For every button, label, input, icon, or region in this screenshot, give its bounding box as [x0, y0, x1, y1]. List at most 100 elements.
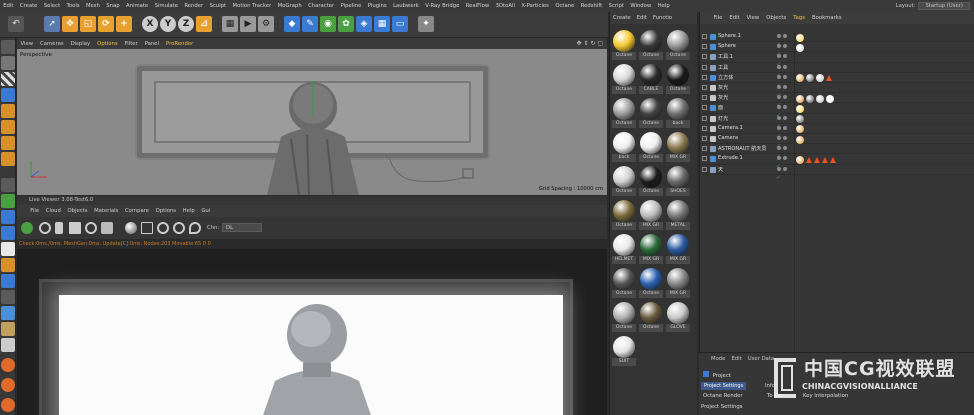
menu-item-8[interactable]: Render [181, 3, 206, 9]
material-tag-icon[interactable] [826, 94, 834, 103]
lv-menu-help[interactable]: Help [179, 208, 198, 214]
make-editable-icon[interactable] [1, 40, 15, 54]
object-row[interactable]: 灯光 ✓ [700, 114, 974, 130]
material-swatch[interactable]: MIX GR [666, 234, 690, 264]
material-swatch[interactable]: Octane [666, 64, 690, 94]
material-tag-icon[interactable] [796, 125, 804, 134]
material-swatch[interactable]: CABLE [639, 64, 663, 94]
live-render-view[interactable] [17, 249, 607, 415]
object-row[interactable]: Camera.1 ✓ [700, 124, 974, 140]
points-mode-icon[interactable] [1, 104, 15, 118]
menu-item-18[interactable]: 3DtoAll [492, 3, 518, 9]
menu-item-14[interactable]: Plugins [365, 3, 390, 9]
material-swatch[interactable]: Octane [612, 98, 636, 128]
viewport-menu-prorender[interactable]: ProRender [163, 41, 197, 47]
edges-mode-icon[interactable] [1, 120, 15, 134]
viewport-menu-filter[interactable]: Filter [121, 41, 141, 47]
material-tag-icon[interactable] [796, 155, 804, 164]
floor-icon[interactable]: ▭ [392, 16, 408, 32]
material-tag-icon[interactable] [796, 74, 804, 83]
render-settings-icon[interactable]: ⚙ [258, 16, 274, 32]
menu-item-2[interactable]: Select [41, 3, 64, 9]
refresh-icon[interactable] [85, 222, 97, 234]
add-icon[interactable]: + [116, 16, 132, 32]
material-tag-icon[interactable] [816, 74, 824, 83]
scale-icon[interactable]: ◱ [80, 16, 96, 32]
layer-icon[interactable] [1, 322, 15, 336]
viewport-menu-options[interactable]: Options [94, 41, 121, 47]
paint-icon[interactable] [1, 258, 15, 272]
grid-icon[interactable] [1, 290, 15, 304]
dot-tool-icon[interactable] [1, 358, 15, 372]
object-row[interactable]: ASTRONAUT 航天员 ✓ [700, 144, 974, 160]
menu-item-5[interactable]: Snap [103, 3, 123, 9]
sphere-preview-icon[interactable] [125, 222, 137, 234]
object-row[interactable]: Camera ✓ [700, 134, 974, 150]
material-swatch[interactable]: HELMET [612, 234, 636, 264]
material-swatch[interactable]: Octane [612, 64, 636, 94]
menu-item-23[interactable]: Window [627, 3, 654, 9]
menu-item-17[interactable]: RealFlow [463, 3, 493, 9]
expand-toggle-icon[interactable] [702, 44, 707, 50]
material-swatch[interactable]: MIX GR [639, 234, 663, 264]
material-swatch[interactable]: GLOVE [666, 302, 690, 332]
visibility-flags-icon[interactable]: ✓ [776, 166, 790, 181]
menu-item-1[interactable]: Create [17, 3, 41, 9]
magnet-icon[interactable] [1, 242, 15, 256]
snap-icon[interactable] [1, 194, 15, 208]
move-icon[interactable]: ✥ [62, 16, 78, 32]
uv-mode-icon[interactable] [1, 152, 15, 166]
object-row[interactable]: 立方体 ✓ [700, 73, 974, 89]
material-tag-icon[interactable] [796, 115, 804, 124]
lock-viewer-icon[interactable] [101, 222, 113, 234]
object-row[interactable]: Sphere.1 ✓ [700, 32, 974, 48]
render-region-icon[interactable]: ▦ [222, 16, 238, 32]
y-axis-icon[interactable]: Y [160, 16, 176, 32]
axis-mode-icon[interactable] [1, 178, 15, 192]
menu-item-16[interactable]: V-Ray Bridge [422, 3, 463, 9]
material-swatch[interactable]: Octane [639, 30, 663, 60]
expand-toggle-icon[interactable] [702, 115, 707, 121]
material-tag-icon[interactable] [796, 94, 804, 103]
menu-item-15[interactable]: Laubwerk [390, 3, 422, 9]
phong-tag-icon[interactable] [806, 156, 812, 163]
region-icon[interactable] [141, 222, 153, 234]
polygons-mode-icon[interactable] [1, 136, 15, 150]
material-swatch[interactable]: Octane [612, 166, 636, 196]
menu-item-7[interactable]: Simulate [151, 3, 181, 9]
visibility-flags-icon[interactable]: ✓ [776, 135, 790, 150]
material-swatch[interactable]: Octane [639, 268, 663, 298]
expand-toggle-icon[interactable] [702, 125, 707, 131]
select-arrow-icon[interactable]: ➚ [44, 16, 60, 32]
menu-item-19[interactable]: X-Particles [518, 3, 552, 9]
lv-menu-materials[interactable]: Materials [91, 208, 122, 214]
menu-item-12[interactable]: Character [305, 3, 338, 9]
visibility-flags-icon[interactable]: ✓ [776, 74, 790, 89]
material-swatch[interactable]: MIX GR [666, 132, 690, 162]
material-swatch[interactable]: Octane [639, 132, 663, 162]
menu-item-3[interactable]: Tools [63, 3, 82, 9]
cube-icon[interactable]: ◆ [284, 16, 300, 32]
lock-icon[interactable] [1, 210, 15, 224]
pick-focus-icon[interactable] [157, 222, 169, 234]
lv-menu-cloud[interactable]: Cloud [42, 208, 64, 214]
material-swatch[interactable]: Octane [612, 302, 636, 332]
phong-tag-icon[interactable] [822, 156, 828, 163]
material-tag-icon[interactable] [796, 33, 804, 42]
object-row[interactable]: Extrude.1 ✓ [700, 154, 974, 170]
channel-dropdown[interactable]: DL [222, 223, 262, 232]
viewport-menu-view[interactable]: View [17, 41, 37, 47]
x-axis-icon[interactable]: X [142, 16, 158, 32]
mat-menu-create[interactable]: Create [610, 15, 634, 21]
visibility-flags-icon[interactable]: ✓ [776, 64, 790, 79]
camera-tool-icon[interactable] [1, 338, 15, 352]
project-settings-tab[interactable]: Project Settings [701, 382, 747, 390]
mat-menu-function[interactable]: Functio [650, 15, 675, 21]
obj-menu-view[interactable]: View [743, 15, 763, 21]
visibility-flags-icon[interactable]: ✓ [776, 115, 790, 130]
field-icon[interactable]: ▦ [374, 16, 390, 32]
viewport-menu-panel[interactable]: Panel [141, 41, 162, 47]
menu-item-4[interactable]: Mesh [83, 3, 103, 9]
mat-menu-edit[interactable]: Edit [634, 15, 650, 21]
expand-toggle-icon[interactable] [702, 54, 707, 60]
